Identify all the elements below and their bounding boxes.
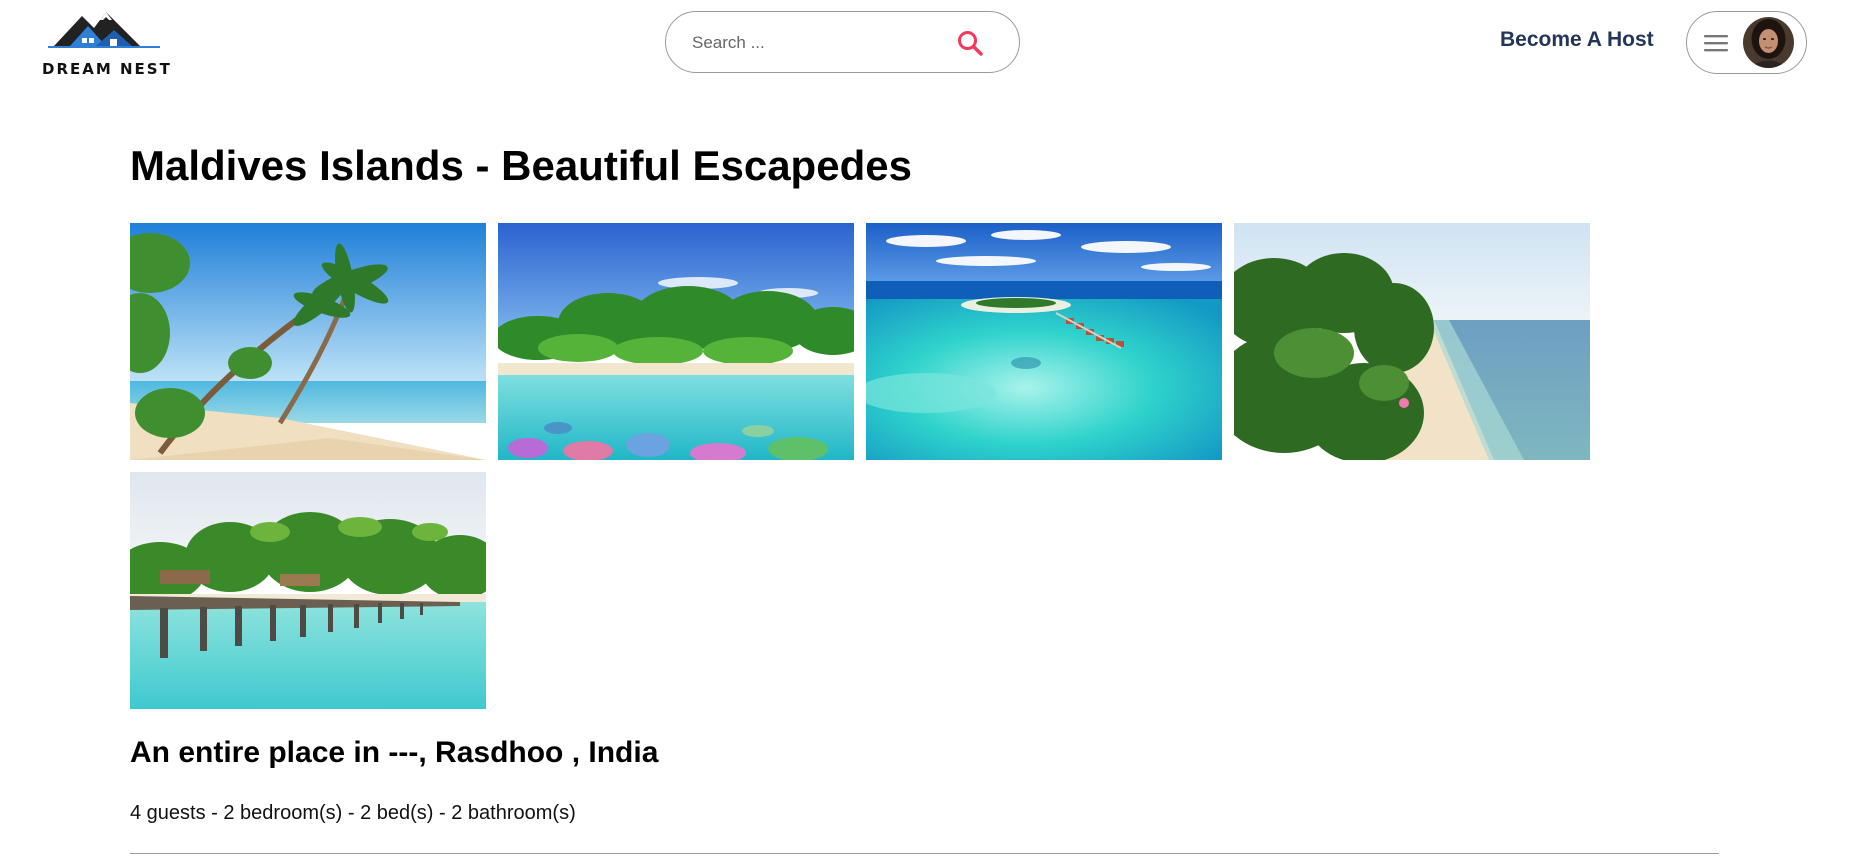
- avatar: [1743, 17, 1794, 68]
- logo[interactable]: DREAM NEST: [40, 6, 172, 78]
- become-a-host-link[interactable]: Become A Host: [1500, 28, 1654, 52]
- top-navbar: DREAM NEST Become A Host: [0, 0, 1851, 84]
- logo-mountain-icon: [48, 12, 160, 48]
- listing-photo-2[interactable]: [498, 223, 854, 460]
- search-bar: [665, 11, 1020, 73]
- listing-title: Maldives Islands - Beautiful Escapedes: [130, 142, 912, 189]
- listing-photo-4[interactable]: [1234, 223, 1590, 460]
- listing-photo-1[interactable]: [130, 223, 486, 460]
- logo-text: DREAM NEST: [42, 60, 172, 78]
- account-menu-button[interactable]: [1686, 11, 1807, 74]
- listing-photo-5[interactable]: [130, 472, 486, 709]
- hamburger-menu-icon: [1703, 31, 1729, 55]
- place-details: 4 guests - 2 bedroom(s) - 2 bed(s) - 2 b…: [130, 802, 576, 824]
- divider: [130, 853, 1719, 854]
- search-icon[interactable]: [956, 29, 984, 57]
- place-heading: An entire place in ---, Rasdhoo , India: [130, 736, 659, 769]
- listing-photo-3[interactable]: [866, 223, 1222, 460]
- search-input[interactable]: [690, 24, 944, 62]
